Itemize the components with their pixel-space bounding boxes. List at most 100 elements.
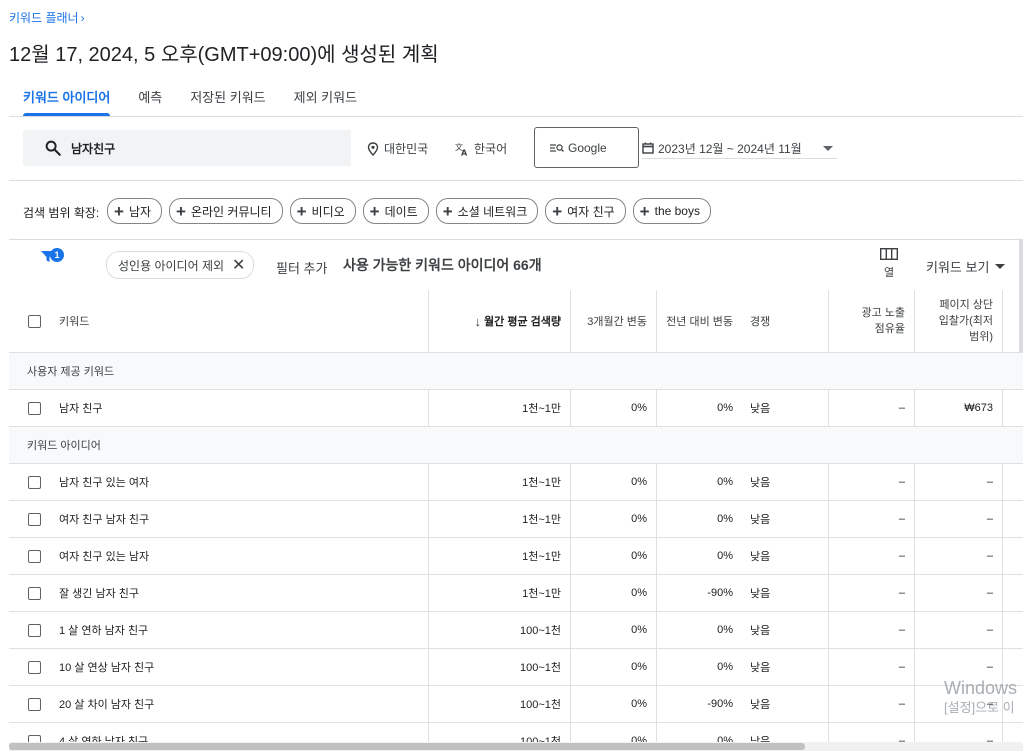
- horizontal-scrollbar-thumb[interactable]: [9, 743, 805, 750]
- group-label: 키워드 아이디어: [27, 440, 101, 452]
- watermark-line2: [설정]으로 이: [944, 700, 1015, 715]
- plus-icon: +: [552, 201, 563, 221]
- active-filter-chip[interactable]: 성인용 아이디어 제외 ✕: [106, 251, 255, 279]
- tabs-divider: [9, 116, 1023, 117]
- columns-button[interactable]: 열: [878, 248, 900, 280]
- cell-three-month: 0%: [570, 723, 656, 742]
- row-checkbox[interactable]: [28, 512, 41, 526]
- header-top-bid-low[interactable]: 페이지 상단 입찰가(최저 범위): [914, 290, 1002, 352]
- row-checkbox[interactable]: [28, 734, 41, 742]
- header-impression-share-line2: 점유율: [874, 323, 905, 335]
- plus-icon: +: [442, 201, 453, 221]
- cell-avg-monthly: 1천~1만: [428, 538, 570, 574]
- expand-chip[interactable]: + 비디오: [289, 198, 356, 224]
- table-row[interactable]: 20 살 차이 남자 친구 100~1천 0% -90% 낮음 – –: [9, 686, 1023, 723]
- windows-activation-watermark: Windows [설정]으로 이: [944, 677, 1017, 717]
- search-value[interactable]: 남자친구: [71, 140, 115, 157]
- close-icon[interactable]: ✕: [232, 255, 245, 275]
- cell-three-month: 0%: [570, 501, 656, 537]
- cell-keyword: 잘 생긴 남자 친구: [59, 588, 140, 600]
- cell-yoy: 0%: [656, 390, 742, 426]
- keyword-table: 키워드 ↓ 월간 평균 검색량 3개월간 변동 전년 대비 변동 경쟁 광고 노…: [9, 290, 1023, 742]
- calendar-icon: [642, 142, 654, 154]
- table-row[interactable]: 잘 생긴 남자 친구 1천~1만 0% -90% 낮음 – –: [9, 575, 1023, 612]
- tab-saved-keywords[interactable]: 저장된 키워드: [176, 78, 279, 116]
- header-keyword[interactable]: 키워드: [59, 290, 359, 352]
- row-checkbox[interactable]: [28, 475, 41, 489]
- add-filter-button[interactable]: 필터 추가: [276, 258, 327, 277]
- network-selector[interactable]: Google: [534, 127, 639, 168]
- translate-icon: 文A: [455, 142, 468, 156]
- search-icon: [45, 140, 61, 156]
- expand-chip-list: + 남자 + 온라인 커뮤니티 + 비디오 + 데이트 + 소셜 네트워크 + 여자 친구 …: [107, 198, 711, 224]
- header-three-month[interactable]: 3개월간 변동: [570, 290, 656, 352]
- expand-chip[interactable]: + 여자 친구: [545, 198, 626, 224]
- chip-label: 데이트: [384, 204, 418, 219]
- cell-top-bid: –: [914, 538, 1002, 574]
- group-header-keyword-ideas: 키워드 아이디어: [9, 427, 1023, 464]
- cell-keyword: 남자 친구 있는 여자: [59, 477, 150, 489]
- cell-top-bid: –: [914, 464, 1002, 500]
- expand-chip[interactable]: + the boys: [632, 198, 711, 224]
- cell-avg-monthly: 1천~1만: [428, 575, 570, 611]
- header-top-bid-line1: 페이지 상단: [939, 299, 993, 311]
- cell-three-month: 0%: [570, 538, 656, 574]
- select-all-checkbox[interactable]: [28, 290, 48, 352]
- cell-three-month: 0%: [570, 575, 656, 611]
- keyword-view-label: 키워드 보기: [926, 260, 990, 275]
- header-top-bid-line2: 입찰가(최저: [938, 315, 993, 327]
- plus-icon: +: [296, 201, 307, 221]
- date-range-label: 2023년 12월 ~ 2024년 11월: [658, 141, 802, 156]
- expand-search-label: 검색 범위 확장:: [23, 206, 100, 220]
- chip-label: 온라인 커뮤니티: [190, 204, 272, 219]
- header-impression-share[interactable]: 광고 노출 점유율: [828, 290, 914, 352]
- expand-chip[interactable]: + 온라인 커뮤니티: [169, 198, 283, 224]
- chip-label: 비디오: [311, 204, 345, 219]
- cell-avg-monthly: 1천~1만: [428, 390, 570, 426]
- table-row[interactable]: 10 살 연상 남자 친구 100~1천 0% 0% 낮음 – –: [9, 649, 1023, 686]
- cell-avg-monthly: 1천~1만: [428, 501, 570, 537]
- expand-chip[interactable]: + 소셜 네트워크: [435, 198, 539, 224]
- table-row[interactable]: 남자 친구 1천~1만 0% 0% 낮음 – ₩673: [9, 390, 1023, 427]
- chip-label: 남자: [128, 204, 152, 219]
- tab-forecast[interactable]: 예측: [124, 78, 176, 116]
- header-yoy[interactable]: 전년 대비 변동: [656, 290, 742, 352]
- cell-top-bid: ₩673: [914, 390, 1002, 426]
- cell-top-bid: –: [914, 501, 1002, 537]
- table-row[interactable]: 1 살 연하 남자 친구 100~1천 0% 0% 낮음 – –: [9, 612, 1023, 649]
- table-row[interactable]: 남자 친구 있는 여자 1천~1만 0% 0% 낮음 – –: [9, 464, 1023, 501]
- row-checkbox[interactable]: [28, 697, 41, 711]
- row-checkbox[interactable]: [28, 660, 41, 674]
- header-avg-monthly-label: 월간 평균 검색량: [484, 316, 561, 328]
- breadcrumb[interactable]: 키워드 플래너 ›: [9, 9, 85, 26]
- search-input[interactable]: 남자친구: [23, 130, 351, 166]
- row-checkbox[interactable]: [28, 401, 41, 415]
- language-selector[interactable]: 文A 한국어: [455, 140, 507, 157]
- tab-keyword-ideas[interactable]: 키워드 아이디어: [9, 78, 124, 116]
- keyword-view-button[interactable]: 키워드 보기: [926, 257, 1006, 276]
- table-row[interactable]: 4 살 연하 남자 친구 100~1천 0% 0% 낮음 – –: [9, 723, 1023, 742]
- table-row[interactable]: 여자 친구 남자 친구 1천~1만 0% 0% 낮음 – –: [9, 501, 1023, 538]
- cell-competition: 낮음: [750, 551, 771, 563]
- cell-yoy: -90%: [656, 686, 742, 722]
- row-checkbox[interactable]: [28, 623, 41, 637]
- header-avg-monthly[interactable]: ↓ 월간 평균 검색량: [428, 290, 570, 352]
- cell-keyword: 4 살 연하 남자 친구: [59, 736, 149, 742]
- row-checkbox[interactable]: [28, 549, 41, 563]
- row-checkbox[interactable]: [28, 586, 41, 600]
- expand-chip[interactable]: + 데이트: [362, 198, 429, 224]
- table-row[interactable]: 여자 친구 있는 남자 1천~1만 0% 0% 낮음 – –: [9, 538, 1023, 575]
- cell-yoy: 0%: [656, 649, 742, 685]
- date-range-selector[interactable]: 2023년 12월 ~ 2024년 11월: [642, 138, 837, 159]
- tab-negative-keywords[interactable]: 제외 키워드: [280, 78, 371, 116]
- chevron-right-icon: ›: [80, 10, 85, 25]
- cell-impression-share: –: [828, 723, 914, 742]
- location-selector[interactable]: 대한민국: [367, 140, 428, 157]
- checkbox[interactable]: [28, 314, 41, 328]
- header-competition[interactable]: 경쟁: [742, 290, 828, 352]
- cell-yoy: 0%: [656, 464, 742, 500]
- expand-chip[interactable]: + 남자: [107, 198, 163, 224]
- cell-competition: 낮음: [750, 662, 771, 674]
- breadcrumb-link[interactable]: 키워드 플래너: [9, 9, 79, 26]
- cell-avg-monthly: 100~1천: [428, 649, 570, 685]
